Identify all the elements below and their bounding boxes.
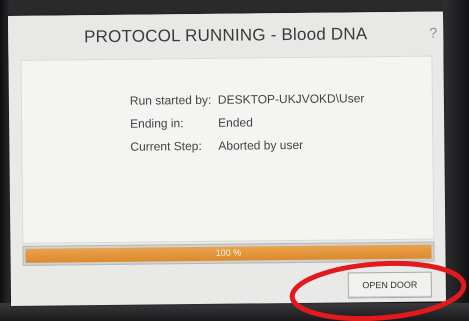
open-door-button[interactable]: OPEN DOOR xyxy=(347,271,432,299)
current-step-value: Aborted by user xyxy=(218,137,304,153)
bezel-right-edge xyxy=(443,0,469,321)
help-icon[interactable]: ? xyxy=(429,25,437,41)
run-started-value: DESKTOP-UKJVOKD\User xyxy=(217,91,365,107)
title-bar: PROTOCOL RUNNING - Blood DNA ? xyxy=(8,11,444,58)
protocol-title: PROTOCOL RUNNING - Blood DNA xyxy=(83,24,368,47)
current-step-label: Current Step: xyxy=(130,138,202,154)
run-started-label: Run started by: xyxy=(129,92,212,108)
progress-bar: 100 % xyxy=(22,241,435,266)
ending-in-label: Ending in: xyxy=(130,116,184,131)
device-screen: PROTOCOL RUNNING - Blood DNA ? Run start… xyxy=(8,11,447,306)
run-info-panel: Run started by: DESKTOP-UKJVOKD\User End… xyxy=(20,55,435,244)
bezel-bottom-edge xyxy=(0,303,469,321)
ending-in-value: Ended xyxy=(218,115,253,130)
